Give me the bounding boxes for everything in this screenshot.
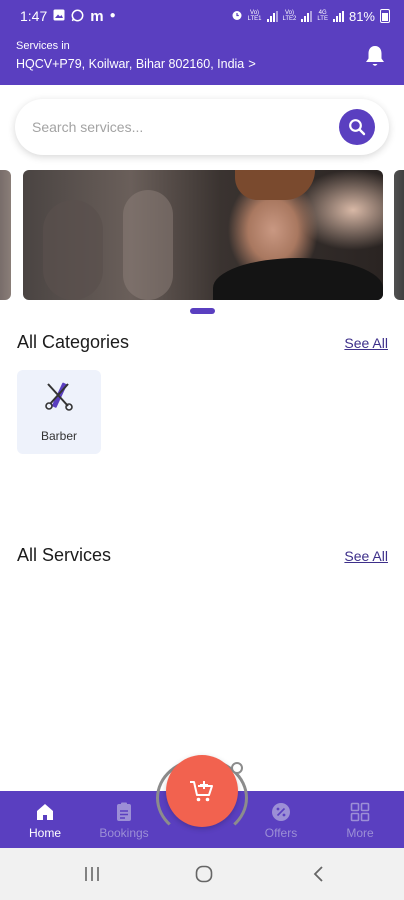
m-app-icon: m xyxy=(90,7,104,25)
categories-see-all-link[interactable]: See All xyxy=(344,335,388,351)
banner-slide-barber[interactable] xyxy=(23,170,383,300)
search-input[interactable] xyxy=(32,119,332,135)
back-icon[interactable] xyxy=(310,864,326,884)
banner-bg-figure xyxy=(123,190,173,300)
status-left: 1:47 m ● xyxy=(20,8,116,24)
nav-label: More xyxy=(346,826,374,840)
status-bar: 1:47 m ● Vo) LTE1 Vo) LTE2 4G LTE 81% xyxy=(0,0,404,32)
categories-title: All Categories xyxy=(17,332,130,352)
nav-item-more[interactable]: More xyxy=(320,791,400,848)
location-label: Services in xyxy=(16,40,70,52)
alarm-icon xyxy=(231,9,243,24)
banner-hair xyxy=(235,170,315,200)
home-icon xyxy=(35,802,55,822)
signal-icon xyxy=(266,10,278,22)
image-icon xyxy=(53,9,65,23)
nav-label: Bookings xyxy=(99,826,149,840)
services-title: All Services xyxy=(17,545,112,565)
cart-plus-icon xyxy=(190,781,213,802)
system-nav-bar xyxy=(0,848,404,900)
category-card-barber[interactable]: Barber xyxy=(17,370,101,454)
discount-badge-icon xyxy=(271,802,291,822)
status-time: 1:47 xyxy=(20,8,48,24)
grid-icon xyxy=(350,802,370,822)
nav-item-home[interactable]: Home xyxy=(5,791,85,848)
home-circle-icon[interactable] xyxy=(194,864,214,884)
recents-icon[interactable] xyxy=(82,864,102,884)
search-icon xyxy=(349,119,366,136)
nav-item-offers[interactable]: Offers xyxy=(241,791,321,848)
search-bar xyxy=(15,99,389,155)
app-header: Services in HQCV+P79, Koilwar, Bihar 802… xyxy=(0,32,404,85)
nav-label: Home xyxy=(28,826,61,840)
banner-cape xyxy=(213,258,383,300)
cart-fab-button[interactable] xyxy=(166,755,238,827)
location-selector[interactable]: HQCV+P79, Koilwar, Bihar 802160, India > xyxy=(16,56,256,71)
status-right: Vo) LTE1 Vo) LTE2 4G LTE 81% xyxy=(231,9,390,24)
nav-label: Offers xyxy=(264,826,298,840)
category-label: Barber xyxy=(40,429,78,443)
carousel-indicator xyxy=(190,308,215,314)
volte-signal-icon: Vo) LTE2 xyxy=(282,10,297,22)
battery-icon xyxy=(380,9,390,23)
scissors-comb-icon xyxy=(44,380,74,412)
4g-signal-icon: 4G LTE xyxy=(317,10,328,22)
banner-slide-next[interactable] xyxy=(394,170,404,300)
services-see-all-link[interactable]: See All xyxy=(344,548,388,564)
banner-slide-prev[interactable] xyxy=(0,170,11,300)
battery-percent: 81% xyxy=(348,8,375,24)
bell-icon[interactable] xyxy=(364,44,386,68)
location-value: HQCV+P79, Koilwar, Bihar 802160, India xyxy=(16,56,245,71)
volte-signal-icon: Vo) LTE1 xyxy=(247,10,262,22)
signal-icon xyxy=(332,10,344,22)
signal-icon xyxy=(301,10,313,22)
search-button[interactable] xyxy=(339,109,375,145)
chevron-right-icon: > xyxy=(248,56,256,71)
nav-item-bookings[interactable]: Bookings xyxy=(84,791,164,848)
banner-bg-figure xyxy=(43,200,103,300)
dot-icon: ● xyxy=(109,10,116,21)
clipboard-icon xyxy=(114,802,134,822)
whatsapp-icon xyxy=(71,9,84,24)
